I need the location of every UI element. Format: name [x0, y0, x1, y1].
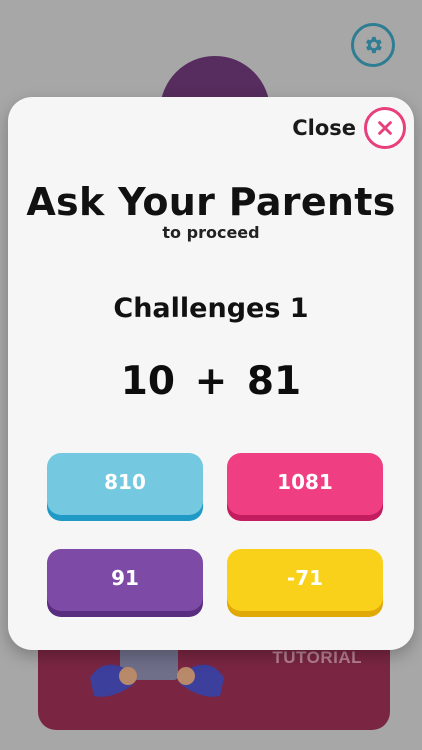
dialog-subtitle: to proceed: [162, 223, 260, 242]
close-icon: [378, 121, 392, 135]
answer-button-2[interactable]: 1081: [227, 453, 383, 515]
parent-gate-dialog: Close Ask Your Parents to proceed Challe…: [8, 97, 414, 650]
answer-button-3[interactable]: 91: [47, 549, 203, 611]
answer-button-1[interactable]: 810: [47, 453, 203, 515]
app-screen: TUTORIAL Close Ask Your Parents to proce…: [0, 0, 422, 750]
gear-icon: [366, 36, 382, 54]
math-equation: 10 + 81: [120, 359, 302, 404]
challenge-label: Challenges 1: [113, 293, 309, 324]
settings-button: [351, 23, 395, 67]
dialog-title: Ask Your Parents: [26, 180, 396, 224]
close-control[interactable]: Close: [292, 107, 406, 149]
close-label[interactable]: Close: [292, 116, 356, 140]
tutorial-label: TUTORIAL: [272, 648, 362, 667]
answer-button-4[interactable]: -71: [227, 549, 383, 611]
close-button[interactable]: [364, 107, 406, 149]
